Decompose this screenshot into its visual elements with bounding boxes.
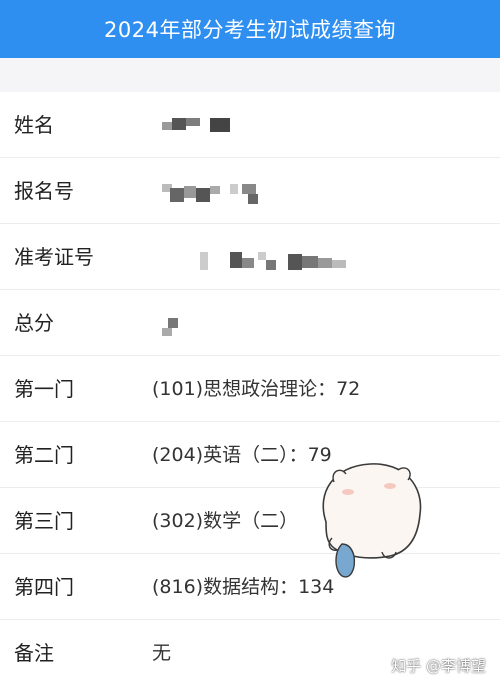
info-row-subject-1: 第一门 (101)思想政治理论：72 — [0, 356, 500, 422]
row-label: 报名号 — [14, 179, 74, 203]
page-title: 2024年部分考生初试成绩查询 — [0, 0, 500, 58]
redacted-total-score — [160, 290, 200, 356]
info-row-registration-number: 报名号 — [0, 158, 500, 224]
row-label: 准考证号 — [14, 245, 94, 269]
subject-score: (816)数据结构：134 — [152, 576, 335, 598]
cartoon-sticker-icon — [322, 463, 422, 578]
row-label: 姓名 — [14, 113, 54, 137]
row-label: 第二门 — [14, 443, 74, 467]
header-spacer — [0, 58, 500, 92]
subject-score: (101)思想政治理论：72 — [152, 378, 361, 400]
row-label: 第一门 — [14, 377, 74, 401]
remarks-value: 无 — [152, 642, 172, 664]
row-label: 备注 — [14, 641, 54, 665]
info-row-name: 姓名 — [0, 92, 500, 158]
row-label: 总分 — [14, 311, 54, 335]
subject-score: (302)数学（二） — [152, 510, 299, 532]
redacted-name — [160, 92, 240, 158]
info-row-admission-ticket: 准考证号 — [0, 224, 500, 290]
row-label: 第三门 — [14, 509, 74, 533]
subject-score: (204)英语（二）：79 — [152, 444, 332, 466]
info-row-remarks: 备注 无 — [0, 620, 500, 686]
watermark-text: 知乎 @李博望 — [391, 657, 486, 675]
row-label: 第四门 — [14, 575, 74, 599]
redacted-registration-number — [160, 158, 280, 224]
info-row-total-score: 总分 — [0, 290, 500, 356]
redacted-admission-ticket — [200, 224, 350, 290]
